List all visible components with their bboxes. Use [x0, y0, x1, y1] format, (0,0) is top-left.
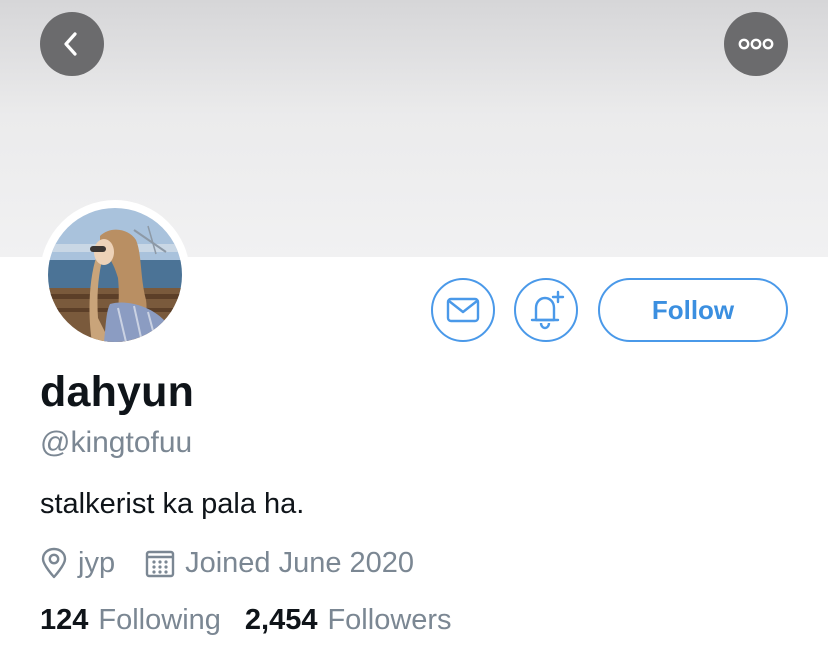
followers-stat[interactable]: 2,454 Followers — [245, 604, 452, 637]
back-button[interactable] — [40, 12, 104, 76]
avatar-photo — [48, 208, 182, 342]
bell-plus-icon — [530, 290, 565, 330]
profile-location: jyp — [78, 546, 116, 579]
message-button[interactable] — [431, 278, 495, 342]
profile-bio: stalkerist ka pala ha. — [40, 488, 305, 520]
more-options-button[interactable] — [724, 12, 788, 76]
followers-count: 2,454 — [244, 604, 318, 636]
user-handle: @kingtofuu — [40, 426, 193, 459]
envelope-icon — [446, 297, 480, 323]
profile-page: Follow dahyun @kingtofuu stalkerist ka p… — [0, 0, 828, 657]
profile-meta: jyp Joined June 2020 — [40, 544, 414, 582]
following-stat[interactable]: 124 Following — [40, 604, 221, 637]
display-name: dahyun — [40, 368, 195, 416]
more-icon — [738, 38, 774, 50]
chevron-left-icon — [64, 32, 77, 56]
follow-button[interactable]: Follow — [598, 278, 788, 342]
followers-label: Followers — [327, 604, 452, 636]
joined-date: Joined June 2020 — [185, 546, 415, 579]
location-pin-icon — [40, 547, 68, 579]
profile-stats: 124 Following 2,454 Followers — [40, 604, 452, 637]
calendar-icon — [145, 548, 175, 578]
avatar[interactable] — [48, 208, 182, 342]
notification-button[interactable] — [514, 278, 578, 342]
following-label: Following — [98, 604, 221, 636]
following-count: 124 — [40, 604, 89, 636]
